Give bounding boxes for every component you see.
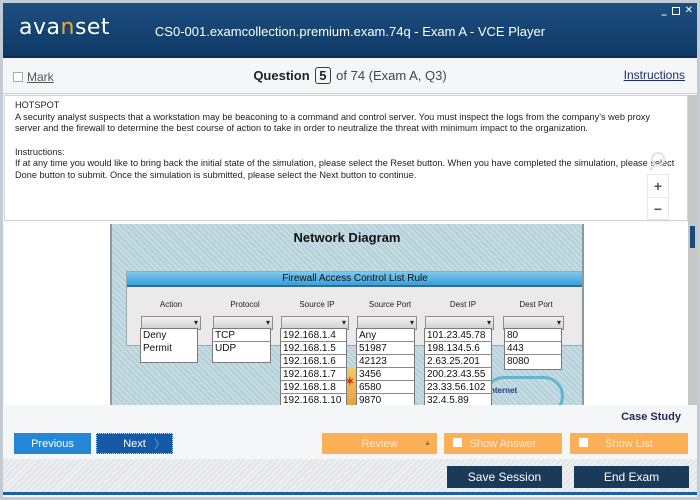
option-dest-port[interactable]: 8080 bbox=[505, 355, 561, 368]
source-port-options: Any 51987 42123 3456 6580 9870 bbox=[356, 328, 415, 405]
question-number-input[interactable]: 5 bbox=[315, 67, 331, 84]
option-dest-ip[interactable]: 32.4.5.89 bbox=[425, 394, 491, 405]
review-label: Review bbox=[361, 437, 398, 450]
checkbox-icon[interactable] bbox=[453, 438, 462, 447]
dest-port-options: 80 443 8080 bbox=[504, 328, 562, 370]
option-source-ip[interactable]: 192.168.1.10 bbox=[281, 394, 346, 405]
scrollbar-thumb[interactable] bbox=[690, 226, 695, 248]
option-source-port[interactable]: 6580 bbox=[357, 381, 414, 394]
network-diagram-image: Network Diagram ✶ nternet Firewall Acces… bbox=[110, 224, 584, 405]
chevron-right-icon: 〉 bbox=[153, 437, 166, 451]
checkbox-icon[interactable] bbox=[579, 438, 588, 447]
zoom-in-button[interactable]: + bbox=[648, 175, 668, 197]
question-type: HOTSPOT bbox=[15, 100, 60, 110]
diagram-title: Network Diagram bbox=[293, 230, 401, 245]
col-protocol-label: Protocol bbox=[230, 300, 260, 309]
protocol-options: TCP UDP bbox=[212, 328, 271, 363]
option-dest-ip[interactable]: 200.23.43.55 bbox=[425, 368, 491, 381]
question-text-panel: HOTSPOT A security analyst suspects that… bbox=[4, 95, 688, 221]
question-count: of 74 (Exam A, Q3) bbox=[336, 68, 447, 83]
next-button[interactable]: Next 〉 bbox=[96, 433, 173, 454]
show-answer-label: Show Answer bbox=[469, 437, 537, 450]
question-number: Question 5 of 74 (Exam A, Q3) bbox=[3, 67, 697, 84]
col-source-ip-label: Source IP bbox=[299, 300, 335, 309]
previous-label: Previous bbox=[31, 437, 74, 450]
source-ip-options: 192.168.1.4 192.168.1.5 192.168.1.6 192.… bbox=[280, 328, 347, 405]
previous-button[interactable]: Previous bbox=[14, 433, 91, 454]
question-body: A security analyst suspects that a works… bbox=[15, 111, 650, 134]
col-action-label: Action bbox=[159, 300, 183, 309]
window-title: CS0-001.examcollection.premium.exam.74q … bbox=[154, 24, 546, 39]
show-list-button[interactable]: Show List bbox=[570, 433, 688, 454]
title-bar: avanset CS0-001.examcollection.premium.e… bbox=[3, 3, 697, 58]
show-answer-button[interactable]: Show Answer bbox=[444, 433, 562, 454]
option-source-ip[interactable]: 192.168.1.8 bbox=[281, 381, 346, 394]
option-source-ip[interactable]: 192.168.1.4 bbox=[281, 329, 346, 342]
navigation-bar: Case Study Previous Next 〉 Review ▲ Show A… bbox=[3, 405, 697, 459]
option-source-port[interactable]: 51987 bbox=[357, 342, 414, 355]
option-dest-port[interactable]: 80 bbox=[505, 329, 561, 342]
next-label: Next bbox=[123, 437, 146, 450]
question-label: Question bbox=[253, 68, 310, 83]
internet-label: nternet bbox=[490, 386, 518, 395]
option-source-port[interactable]: Any bbox=[357, 329, 414, 342]
review-button[interactable]: Review ▲ bbox=[322, 433, 437, 454]
magnifier-icon[interactable] bbox=[651, 152, 665, 166]
col-dest-ip-label: Dest IP bbox=[449, 300, 477, 309]
option-source-port[interactable]: 9870 bbox=[357, 394, 414, 405]
dest-ip-options: 101.23.45.78 198.134.5.6 2.63.25.201 200… bbox=[424, 328, 492, 405]
option-dest-ip[interactable]: 198.134.5.6 bbox=[425, 342, 491, 355]
vertical-scrollbar[interactable] bbox=[688, 95, 697, 405]
case-study-link[interactable]: Case Study bbox=[621, 411, 681, 423]
action-options: Deny Permit bbox=[140, 328, 198, 363]
triangle-up-icon: ▲ bbox=[424, 440, 431, 447]
col-source-port-label: Source Port bbox=[368, 300, 412, 309]
minimize-icon[interactable]: _ bbox=[662, 5, 667, 17]
option-source-ip[interactable]: 192.168.1.7 bbox=[281, 368, 346, 381]
exhibit-area: Network Diagram ✶ nternet Firewall Acces… bbox=[4, 222, 688, 405]
show-list-label: Show List bbox=[605, 437, 653, 450]
option-tcp[interactable]: TCP bbox=[213, 329, 270, 342]
option-source-port[interactable]: 3456 bbox=[357, 368, 414, 381]
vce-player-window: avanset CS0-001.examcollection.premium.e… bbox=[3, 3, 697, 497]
option-deny[interactable]: Deny bbox=[141, 329, 197, 342]
window-controls: _ ✕ bbox=[662, 5, 693, 17]
option-udp[interactable]: UDP bbox=[213, 342, 270, 355]
option-dest-ip[interactable]: 2.63.25.201 bbox=[425, 355, 491, 368]
acl-title: Firewall Access Control List Rule bbox=[127, 272, 582, 287]
option-permit[interactable]: Permit bbox=[141, 342, 197, 355]
option-dest-port[interactable]: 443 bbox=[505, 342, 561, 355]
zoom-out-button[interactable]: − bbox=[648, 197, 668, 219]
instructions-body: If at any time you would like to bring b… bbox=[15, 158, 675, 180]
option-source-ip[interactable]: 192.168.1.5 bbox=[281, 342, 346, 355]
option-dest-ip[interactable]: 23.33.56.102 bbox=[425, 381, 491, 394]
zoom-controls: + − bbox=[647, 152, 669, 220]
maximize-icon[interactable] bbox=[671, 7, 680, 15]
col-dest-port-label: Dest Port bbox=[519, 300, 553, 309]
close-icon[interactable]: ✕ bbox=[685, 5, 693, 17]
end-exam-button[interactable]: End Exam bbox=[574, 466, 689, 488]
instructions-heading: Instructions: bbox=[15, 146, 65, 157]
option-dest-ip[interactable]: 101.23.45.78 bbox=[425, 329, 491, 342]
save-session-button[interactable]: Save Session bbox=[447, 466, 562, 488]
instructions-link[interactable]: Instructions bbox=[624, 68, 685, 82]
option-source-port[interactable]: 42123 bbox=[357, 355, 414, 368]
option-source-ip[interactable]: 192.168.1.6 bbox=[281, 355, 346, 368]
question-bar: Mark Question 5 of 74 (Exam A, Q3) Instr… bbox=[3, 60, 697, 94]
footer-bar: Save Session End Exam bbox=[3, 459, 697, 495]
